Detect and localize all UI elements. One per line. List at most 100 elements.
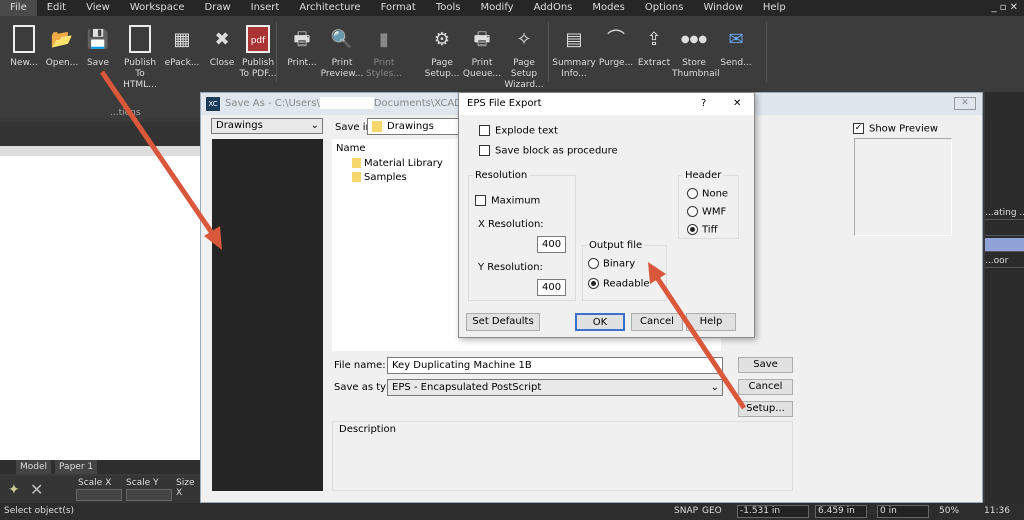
menu-insert[interactable]: Insert — [241, 0, 290, 16]
maximum-label: Maximum — [491, 195, 541, 207]
menu-addons[interactable]: AddOns — [524, 0, 583, 16]
explode-text-label: Explode text — [495, 125, 558, 137]
summary-info-button[interactable]: ▤ Summary Info... — [552, 24, 596, 80]
places-dropdown[interactable]: Drawings ⌄ — [211, 118, 323, 134]
button-label: Print Preview... — [320, 58, 364, 79]
help-button[interactable]: Help — [686, 313, 736, 331]
window-controls[interactable]: _ ▫ ✕ — [991, 0, 1018, 16]
setup-button[interactable]: Setup... — [738, 401, 793, 417]
save-block-checkbox[interactable]: Save block as procedure — [479, 145, 618, 157]
menu-format[interactable]: Format — [371, 0, 426, 16]
column-header-name[interactable]: Name — [336, 143, 366, 154]
magic-wand-icon[interactable]: ✦ — [8, 482, 20, 498]
file-name: Material Library — [364, 158, 443, 169]
status-bar: Select object(s) SNAP GEO -1.531 in 6.45… — [0, 503, 1024, 520]
publish-to-pdf-button[interactable]: pdf Publish To PDF... — [236, 24, 280, 80]
store-thumbnail-button[interactable]: ●●● Store Thumbnail — [672, 24, 720, 80]
output-radio-binary[interactable]: Binary — [588, 258, 635, 270]
menu-options[interactable]: Options — [635, 0, 694, 16]
extract-icon: ⇪ — [646, 28, 662, 50]
print-preview-button[interactable]: 🔍 Print Preview... — [320, 24, 364, 80]
explode-text-checkbox[interactable]: Explode text — [479, 125, 558, 137]
save-button[interactable]: Save — [738, 357, 793, 373]
print-styles-button[interactable]: ▮ Print Styles... — [362, 24, 406, 80]
menu-file[interactable]: File — [0, 0, 37, 16]
publish-to-html-button[interactable]: Publish To HTML... — [118, 24, 162, 91]
menu-modes[interactable]: Modes — [582, 0, 634, 16]
zoom-level[interactable]: 50% — [939, 506, 959, 516]
wizard-icon: ✧ — [516, 28, 532, 50]
x-resolution-label: X Resolution: — [478, 219, 544, 230]
radio-label: Binary — [603, 258, 636, 270]
save-button[interactable]: 💾 Save — [76, 24, 120, 69]
print-queue-button[interactable]: 🖶 Print Queue... — [460, 24, 504, 80]
panel-row-selected[interactable] — [985, 238, 1024, 252]
header-radio-none[interactable]: None — [687, 188, 728, 200]
ok-button[interactable]: OK — [575, 313, 625, 331]
geo-toggle[interactable]: GEO — [702, 506, 722, 516]
output-radio-readable[interactable]: Readable — [588, 278, 650, 290]
x-resolution-input[interactable]: 400 — [537, 236, 566, 253]
snap-toggle[interactable]: SNAP — [674, 506, 698, 516]
scale-x-input[interactable] — [76, 489, 122, 501]
y-resolution-input[interactable]: 400 — [537, 279, 566, 296]
list-item[interactable]: Samples — [352, 172, 407, 183]
page-setup-button[interactable]: ⚙ Page Setup... — [420, 24, 464, 80]
drawing-canvas[interactable] — [0, 156, 200, 460]
checkbox-checked-icon: ✓ — [853, 123, 864, 134]
menu-view[interactable]: View — [76, 0, 120, 16]
panel-row[interactable]: ...ating ... — [985, 206, 1024, 220]
close-icon[interactable]: ✕ — [30, 480, 43, 499]
menu-edit[interactable]: Edit — [37, 0, 76, 16]
radio-icon — [687, 224, 698, 235]
show-preview-checkbox[interactable]: ✓ Show Preview — [853, 123, 938, 135]
output-file-group: Output file Binary Readable — [582, 240, 667, 301]
send-button[interactable]: ✉ Send... — [714, 24, 758, 69]
save-block-label: Save block as procedure — [495, 145, 618, 157]
folder-icon — [352, 158, 361, 168]
menu-workspace[interactable]: Workspace — [120, 0, 195, 16]
description-label: Description — [339, 424, 396, 435]
scale-x-label: Scale X — [78, 478, 112, 488]
menu-modify[interactable]: Modify — [470, 0, 523, 16]
close-icon[interactable]: ✕ — [733, 93, 741, 115]
button-label: Print... — [287, 58, 317, 68]
panel-row[interactable] — [985, 222, 1024, 236]
save-in-combo[interactable]: Drawings — [367, 118, 467, 135]
save-as-type-dropdown[interactable]: EPS - Encapsulated PostScript ⌄ — [387, 379, 723, 396]
header-radio-wmf[interactable]: WMF — [687, 206, 726, 218]
tab-model[interactable]: Model — [16, 460, 52, 474]
list-item[interactable]: Material Library — [352, 158, 443, 169]
size-x-label: Size X — [176, 478, 195, 498]
epack-button[interactable]: ▦ ePack... — [160, 24, 204, 69]
resolution-label: Resolution — [473, 170, 530, 181]
places-panel[interactable] — [212, 139, 323, 491]
extract-button[interactable]: ⇪ Extract — [632, 24, 676, 69]
cancel-button[interactable]: Cancel — [738, 379, 793, 395]
menu-architecture[interactable]: Architecture — [289, 0, 370, 16]
header-radio-tiff[interactable]: Tiff — [687, 224, 717, 236]
maximum-checkbox[interactable]: Maximum — [475, 195, 540, 207]
close-button[interactable]: ✕ — [954, 97, 976, 110]
panel-row[interactable]: ...oor — [985, 254, 1024, 268]
print-styles-icon: ▮ — [379, 28, 389, 50]
output-file-label: Output file — [587, 240, 645, 251]
menu-draw[interactable]: Draw — [195, 0, 241, 16]
show-preview-label: Show Preview — [869, 123, 939, 135]
eps-export-dialog: EPS File Export ? ✕ Explode text Save bl… — [458, 92, 755, 338]
print-button[interactable]: 🖶 Print... — [280, 24, 324, 69]
help-icon[interactable]: ? — [701, 93, 706, 115]
chevron-down-icon: ⌄ — [310, 120, 319, 131]
header-group: Header None WMF Tiff — [678, 170, 739, 239]
menu-help[interactable]: Help — [753, 0, 796, 16]
radio-icon — [687, 188, 698, 199]
menu-tools[interactable]: Tools — [426, 0, 471, 16]
tab-paper-1[interactable]: Paper 1 — [55, 460, 98, 474]
set-defaults-button[interactable]: Set Defaults — [466, 313, 540, 331]
file-name-input[interactable]: Key Duplicating Machine 1B — [387, 357, 723, 374]
menu-window[interactable]: Window — [693, 0, 752, 16]
page-setup-wizard-button[interactable]: ✧ Page Setup Wizard... — [502, 24, 546, 91]
scale-y-input[interactable] — [126, 489, 172, 501]
cancel-button[interactable]: Cancel — [631, 313, 683, 331]
button-label: Save — [86, 58, 110, 68]
